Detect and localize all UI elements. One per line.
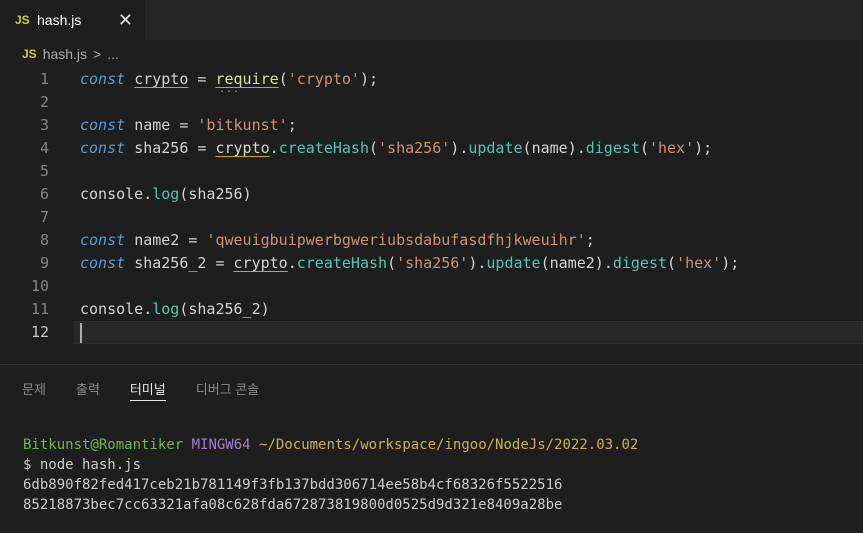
terminal-system: MINGW64 [191,437,251,453]
bottom-panel: 문제 출력 터미널 디버그 콘솔 Bitkunst@Romantiker MIN… [0,364,863,533]
terminal-path: ~/Documents/workspace/ingoo/NodeJs/2022.… [259,437,639,453]
line-number: 2 [39,93,49,111]
code-line: 4 const sha256 = crypto.createHash('sha2… [0,137,863,160]
tab-hash-js[interactable]: JS hash.js ✕ [0,0,145,40]
code-line: 10 [0,275,863,298]
editor-tab-bar: JS hash.js ✕ [0,0,863,40]
line-content: const sha256 = crypto.createHash('sha256… [80,139,713,157]
terminal-output-line: 6db890f82fed417ceb21b781149f3fb137bdd306… [23,477,563,493]
code-editor[interactable]: 1 const crypto = require('crypto'); ... … [0,68,863,364]
line-content: console.log(sha256) [80,185,252,203]
line-number: 4 [39,139,49,157]
code-line: 6 console.log(sha256) [0,183,863,206]
javascript-file-icon: JS [15,13,30,27]
tab-problems[interactable]: 문제 [22,365,46,405]
code-line: 5 [0,160,863,183]
tab-debug-console[interactable]: 디버그 콘솔 [196,365,259,405]
line-number: 6 [39,185,49,203]
line-number: 11 [30,300,49,318]
tab-output[interactable]: 출력 [76,365,100,405]
code-line: 2 [0,91,863,114]
tab-title: hash.js [37,12,82,28]
javascript-file-icon: JS [22,47,37,61]
line-number: 5 [39,162,49,180]
code-line: 8 const name2 = 'qweuigbuipwerbgweriubsd… [0,229,863,252]
line-content: const name = 'bitkunst'; [80,116,297,134]
code-line: 9 const sha256_2 = crypto.createHash('sh… [0,252,863,275]
code-line-current: 12 [0,321,863,344]
breadcrumb: JS hash.js > ... [0,40,863,68]
line-content: const sha256_2 = crypto.createHash('sha2… [80,254,740,272]
line-number: 8 [39,231,49,249]
line-number: 7 [39,208,49,226]
current-line-highlight [74,321,863,344]
line-number: 3 [39,116,49,134]
breadcrumb-file[interactable]: hash.js [43,46,87,62]
line-number: 9 [39,254,49,272]
terminal-user: Bitkunst@Romantiker [23,437,184,453]
breadcrumb-more[interactable]: ... [107,46,119,62]
chevron-right-icon: > [93,46,102,62]
close-icon[interactable]: ✕ [118,10,133,30]
terminal-output[interactable]: Bitkunst@Romantiker MINGW64 ~/Documents/… [23,435,638,515]
terminal-command: $ node hash.js [23,457,142,473]
line-number: 12 [30,323,49,341]
code-line: 1 const crypto = require('crypto'); ... [0,68,863,95]
code-line: 11 console.log(sha256_2) [0,298,863,321]
line-content: console.log(sha256_2) [80,300,270,318]
line-number: 10 [30,277,49,295]
line-content: const name2 = 'qweuigbuipwerbgweriubsdab… [80,231,595,249]
code-line: 7 [0,206,863,229]
line-number: 1 [39,70,49,88]
terminal-output-line: 85218873bec7cc63321afa08c628fda672873819… [23,497,563,513]
panel-tabs: 문제 출력 터미널 디버그 콘솔 [0,365,267,405]
tab-terminal[interactable]: 터미널 [129,365,166,405]
code-line: 3 const name = 'bitkunst'; [0,114,863,137]
text-cursor [80,323,82,343]
